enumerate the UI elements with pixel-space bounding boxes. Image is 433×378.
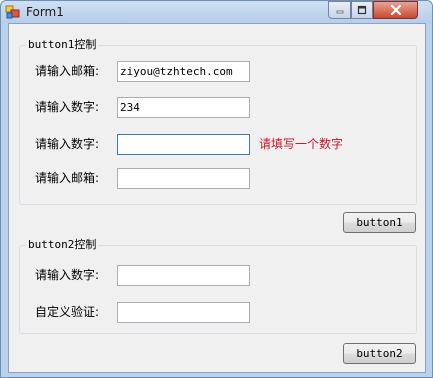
group1-title: button1控制 (26, 38, 99, 52)
group2-row1-label: 请输入数字: (35, 268, 100, 282)
number-error-message: 请填写一个数字 (259, 137, 344, 151)
number-input-3[interactable] (117, 265, 250, 286)
group-button2-control: button2控制 请输入数字: 自定义验证: (19, 238, 417, 334)
group-button1-control: button1控制 请输入邮箱: 请输入数字: 请输入数字: 请填写一个数字 请… (19, 38, 417, 205)
group1-row3-label: 请输入数字: (35, 137, 100, 151)
custom-validation-input[interactable] (117, 302, 250, 323)
group2-row2-label: 自定义验证: (35, 305, 100, 319)
number-input-1[interactable] (117, 97, 250, 118)
form-app-icon (5, 5, 20, 19)
title-bar[interactable]: Form1 (1, 1, 432, 23)
maximize-button[interactable] (351, 1, 373, 19)
email-input-2[interactable] (117, 168, 250, 189)
button1[interactable]: button1 (343, 212, 416, 233)
group1-row1-label: 请输入邮箱: (35, 64, 100, 78)
group1-row2-label: 请输入数字: (35, 100, 100, 114)
email-input-1[interactable] (117, 61, 250, 82)
window-title: Form1 (26, 5, 64, 19)
close-button[interactable] (373, 1, 418, 19)
minimize-icon (336, 10, 343, 14)
close-icon (390, 5, 401, 15)
group1-row4-label: 请输入邮箱: (35, 171, 100, 185)
form-client-area: button1控制 请输入邮箱: 请输入数字: 请输入数字: 请填写一个数字 请… (8, 23, 426, 373)
minimize-button[interactable] (328, 1, 351, 19)
form-window: Form1 button1控制 请输入邮箱: 请输入数字: 请输 (0, 0, 433, 378)
group2-title: button2控制 (26, 238, 99, 252)
number-input-2[interactable] (117, 134, 250, 155)
button2[interactable]: button2 (343, 343, 416, 364)
maximize-icon (357, 5, 367, 15)
